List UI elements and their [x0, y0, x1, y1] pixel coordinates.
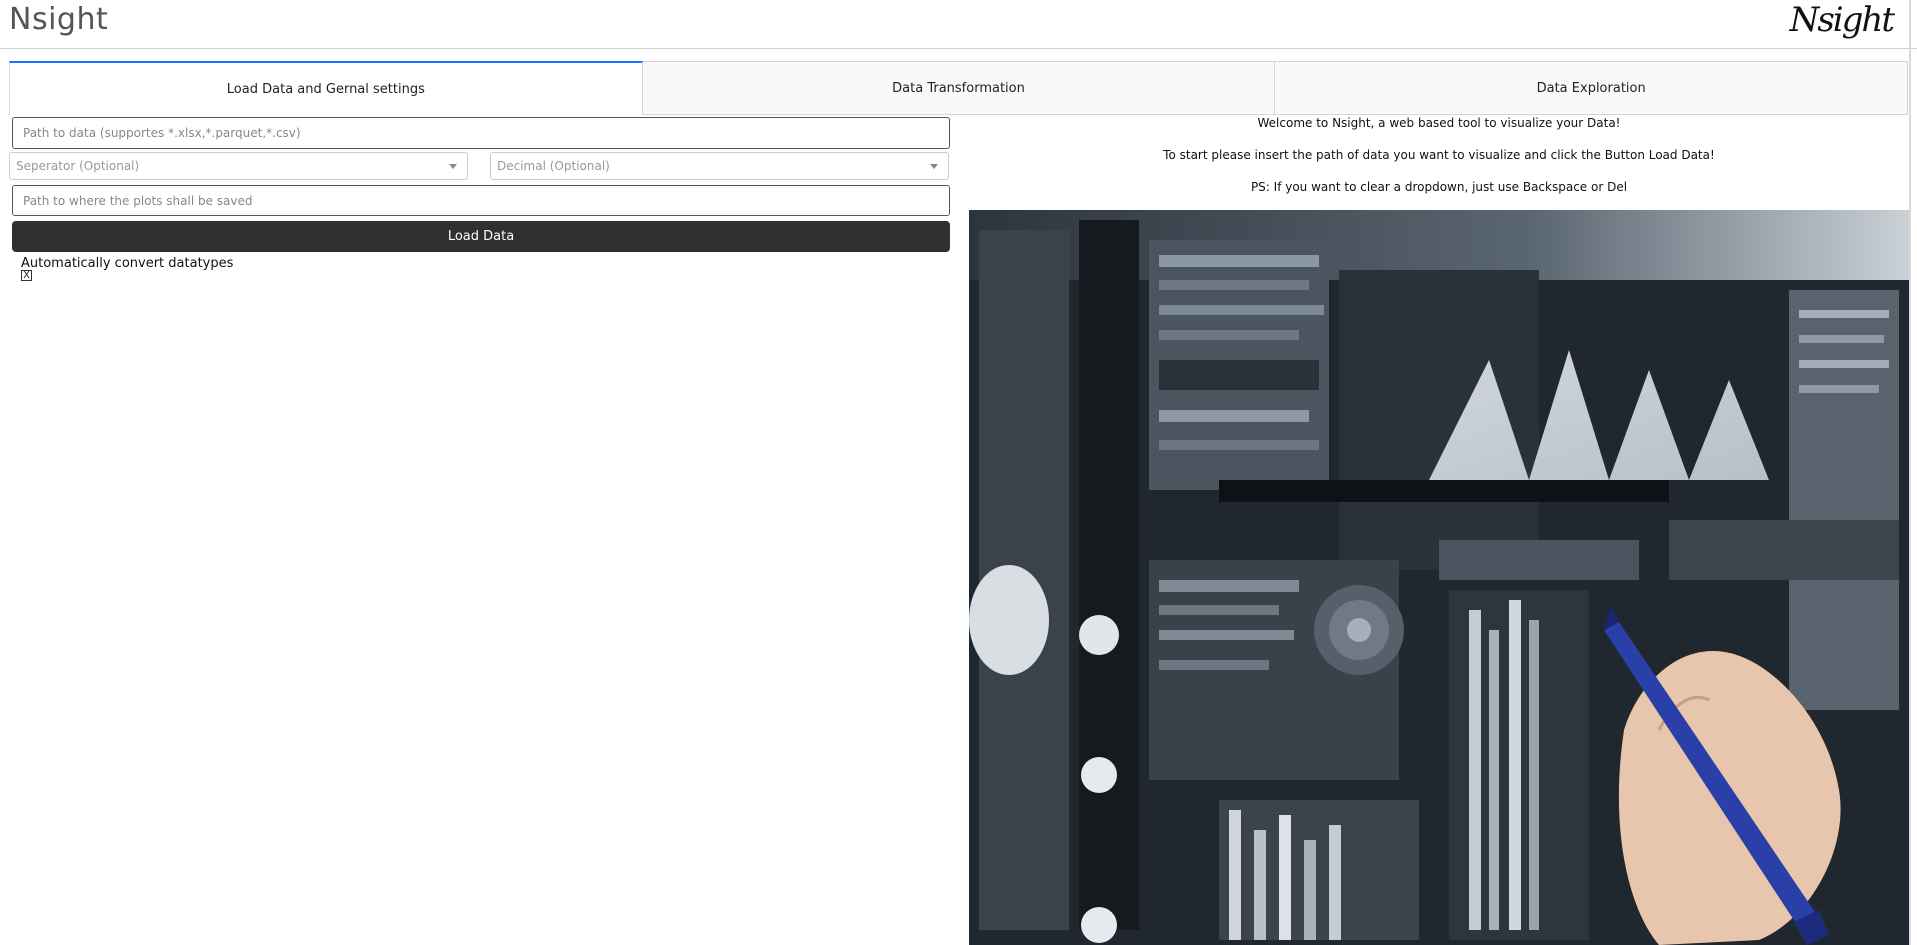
- nsight-logo: Nsight: [1789, 0, 1895, 40]
- chevron-down-icon: [449, 163, 457, 169]
- load-data-panel: Path to data (supportes *.xlsx,*.parquet…: [9, 117, 950, 317]
- data-path-placeholder: Path to data (supportes *.xlsx,*.parquet…: [23, 126, 301, 140]
- plots-path-input[interactable]: Path to where the plots shall be saved: [12, 185, 950, 216]
- app-title: Nsight: [9, 2, 109, 37]
- welcome-line-2: To start please insert the path of data …: [1163, 148, 1715, 162]
- chevron-down-icon: [930, 163, 938, 169]
- welcome-line-3: PS: If you want to clear a dropdown, jus…: [1250, 180, 1628, 194]
- hero-illustration: [969, 210, 1909, 945]
- app-header: Nsight Nsight: [0, 0, 1917, 49]
- data-visualization-illustration-icon: [969, 210, 1909, 945]
- auto-convert-checkbox[interactable]: X: [21, 270, 32, 281]
- plots-path-placeholder: Path to where the plots shall be saved: [23, 193, 253, 208]
- tab-data-exploration[interactable]: Data Exploration: [1275, 61, 1909, 115]
- separator-placeholder: Seperator (Optional): [16, 159, 140, 173]
- auto-convert-label: Automatically convert datatypes: [21, 256, 234, 271]
- decimal-dropdown[interactable]: Decimal (Optional): [490, 152, 949, 180]
- data-path-input[interactable]: Path to data (supportes *.xlsx,*.parquet…: [12, 117, 950, 149]
- separator-dropdown[interactable]: Seperator (Optional): [9, 152, 468, 180]
- tab-load-data[interactable]: Load Data and Gernal settings: [9, 61, 643, 115]
- scrollbar[interactable]: [1909, 0, 1911, 945]
- tab-bar: Load Data and Gernal settings Data Trans…: [9, 61, 1909, 115]
- tab-data-transformation[interactable]: Data Transformation: [642, 61, 1276, 115]
- decimal-placeholder: Decimal (Optional): [497, 159, 610, 173]
- welcome-line-1: Welcome to Nsight, a web based tool to v…: [1257, 116, 1621, 130]
- load-data-button[interactable]: Load Data: [12, 221, 950, 252]
